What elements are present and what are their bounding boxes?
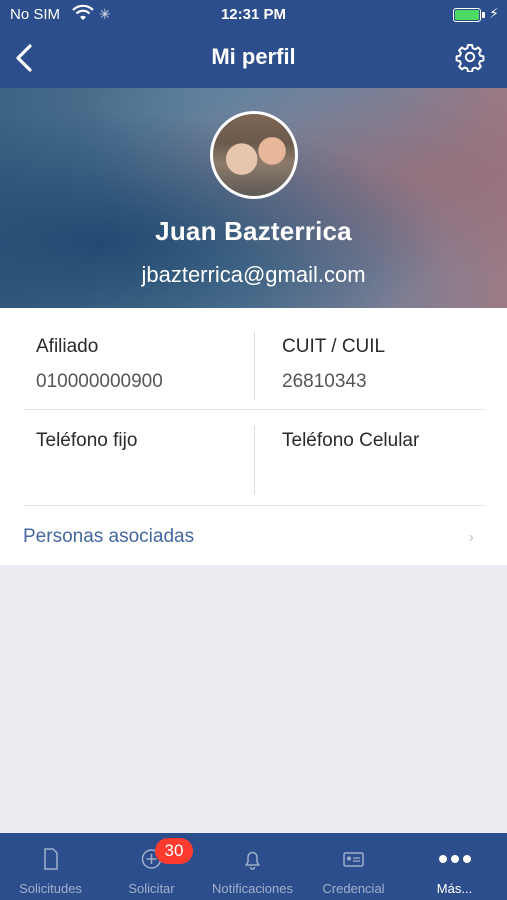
battery-tip [482, 12, 485, 18]
personas-asociadas-row[interactable]: Personas asociadas › [0, 507, 507, 565]
tab-solicitudes[interactable]: Solicitudes [0, 833, 101, 900]
tab-label: Solicitudes [19, 881, 82, 896]
telefono-fijo-label: Teléfono fijo [36, 430, 138, 451]
page-title: Mi perfil [211, 44, 296, 69]
telefono-celular-field: Teléfono Celular [282, 430, 419, 465]
column-divider [254, 426, 255, 494]
personas-asociadas-label: Personas asociadas [23, 526, 195, 547]
profile-email: jbazterrica@gmail.com [141, 262, 366, 287]
cuit-label: CUIT / CUIL [282, 336, 386, 357]
id-card-icon [343, 852, 364, 867]
tab-credencial[interactable]: Credencial [303, 833, 404, 900]
afiliado-value: 010000000900 [36, 371, 163, 392]
navigation-bar: Mi perfil [0, 32, 507, 88]
status-bar: No SIM ✳ 12:31 PM ⚡ [0, 0, 507, 32]
row-divider [23, 505, 485, 506]
avatar[interactable] [210, 111, 298, 199]
status-time: 12:31 PM [220, 6, 287, 23]
top-bar: No SIM ✳ 12:31 PM ⚡ Mi perfil [0, 0, 507, 88]
cuit-field: CUIT / CUIL 26810343 [282, 336, 385, 393]
gear-icon[interactable] [455, 42, 485, 72]
tab-label: Notificaciones [212, 881, 293, 896]
profile-header: Juan Bazterrica jbazterrica@gmail.com [0, 88, 507, 308]
battery-icon [453, 8, 481, 22]
telefono-fijo-field: Teléfono fijo [36, 430, 137, 465]
tab-label: Solicitar [128, 881, 175, 896]
more-dots-icon [439, 855, 471, 863]
tab-label: Credencial [322, 881, 385, 896]
document-icon [44, 848, 58, 870]
tab-label: Más... [436, 881, 473, 896]
afiliado-label: Afiliado [36, 336, 99, 357]
tab-notificaciones[interactable]: Notificaciones [202, 833, 303, 900]
profile-info-card: Afiliado 010000000900 CUIT / CUIL 268103… [0, 308, 507, 565]
profile-name: Juan Bazterrica [155, 216, 352, 246]
column-divider [254, 332, 255, 400]
tab-mas[interactable]: Más... [404, 833, 505, 900]
row-divider [23, 409, 485, 410]
bell-icon [245, 851, 260, 870]
cuit-value: 26810343 [282, 371, 367, 392]
charging-bolt-icon: ⚡ [489, 5, 499, 21]
chevron-right-icon: › [468, 529, 474, 546]
telefono-celular-label: Teléfono Celular [282, 430, 420, 451]
tab-bar: Solicitudes Solicitar Notificaciones Cre… [0, 833, 507, 900]
afiliado-field: Afiliado 010000000900 [36, 336, 163, 393]
notification-badge: 30 [155, 838, 193, 864]
